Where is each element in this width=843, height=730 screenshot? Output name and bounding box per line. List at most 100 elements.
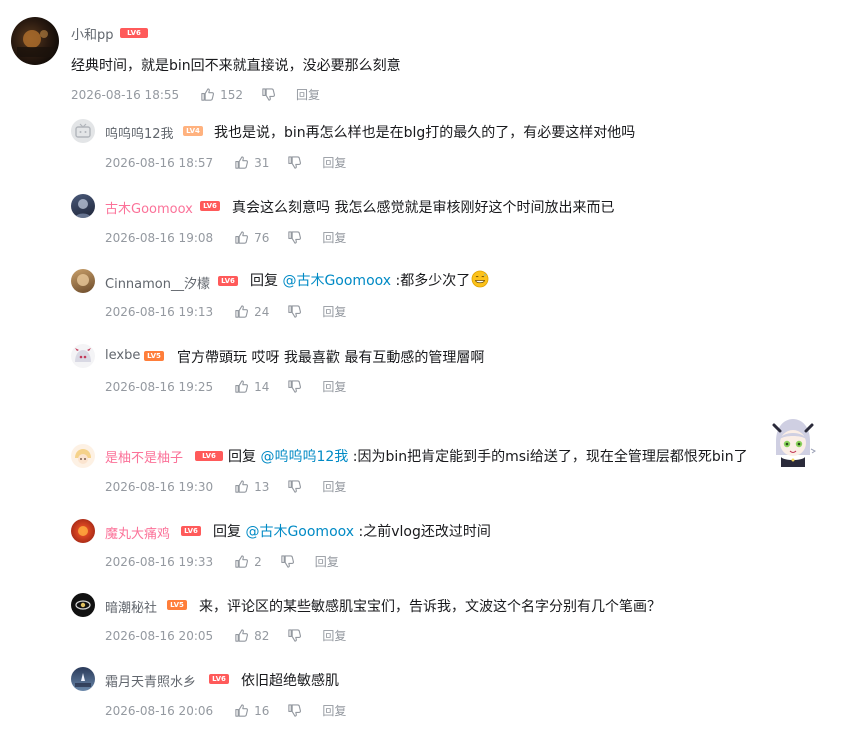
username[interactable]: 霜月天青照水乡 <box>105 671 196 690</box>
thumbs-down-icon <box>288 629 302 642</box>
reply-comment: 魔丸大痛鸡 LV6 回复 @古木Goomoox :之前vlog还改过时间 202… <box>0 510 843 585</box>
comment-text: 官方帶頭玩 哎呀 我最喜歡 最有互動感的管理層啊 <box>177 350 485 366</box>
dislike-button[interactable] <box>287 379 302 394</box>
dislike-button[interactable] <box>261 87 276 102</box>
like-button[interactable]: 2 <box>234 554 262 569</box>
mention-link[interactable]: @呜呜呜12我 <box>260 449 348 465</box>
like-count: 2 <box>254 554 262 569</box>
dislike-button[interactable] <box>287 304 302 319</box>
dislike-button[interactable] <box>287 155 302 170</box>
avatar[interactable] <box>11 17 59 65</box>
thumbs-down-icon <box>288 231 302 244</box>
avatar-image-icon <box>75 600 91 610</box>
avatar[interactable] <box>71 667 95 691</box>
avatar[interactable] <box>71 593 95 617</box>
dislike-button[interactable] <box>287 230 302 245</box>
username[interactable]: Cinnamon__汐檬 <box>105 273 210 292</box>
level-badge: LV4 <box>183 126 203 136</box>
thumbs-up-icon <box>235 704 249 717</box>
avatar[interactable] <box>71 519 95 543</box>
like-count: 13 <box>254 479 270 494</box>
reply-comment: lexbe LV5 官方帶頭玩 哎呀 我最喜歡 最有互動感的管理層啊 2026-… <box>0 335 843 410</box>
reply-button[interactable]: 回复 <box>322 478 346 495</box>
avatar-image-icon <box>17 30 53 57</box>
like-button[interactable]: 31 <box>234 155 269 170</box>
level-badge: LV5 <box>144 351 164 361</box>
like-count: 31 <box>254 155 270 170</box>
reply-button[interactable]: 回复 <box>322 702 346 719</box>
comment-meta: 2026-08-16 20:06 16 回复 <box>105 702 346 719</box>
avatar[interactable] <box>71 269 95 293</box>
comment-text: 回复 @呜呜呜12我 :因为bin把肯定能到手的msi给送了，现在全管理层都恨死… <box>228 446 748 466</box>
reply-button[interactable]: 回复 <box>322 154 346 171</box>
thumbs-up-icon <box>235 629 249 642</box>
like-button[interactable]: 24 <box>234 304 269 319</box>
reply-button[interactable]: 回复 <box>322 627 346 644</box>
reply-prefix: 回复 <box>250 273 283 289</box>
reply-prefix: 回复 <box>213 524 246 540</box>
level-badge: LV5 <box>167 600 187 610</box>
thumbs-down-icon <box>288 380 302 393</box>
like-count: 14 <box>254 379 270 394</box>
comment-meta: 2026-08-16 19:08 76 回复 <box>105 229 346 246</box>
thumbs-up-icon <box>235 380 249 393</box>
username[interactable]: lexbe <box>105 348 140 363</box>
reply-prefix: 回复 <box>228 449 261 465</box>
reply-body: :都多少次了 <box>391 273 471 289</box>
avatar-image-icon <box>78 526 88 536</box>
thumbs-up-icon <box>235 305 249 318</box>
thumbs-down-icon <box>281 555 294 568</box>
reply-comment: 呜呜呜12我 LV4 我也是说，bin再怎么样也是在blg打的最久的了，有必要这… <box>0 110 843 185</box>
comment-text: 来，评论区的某些敏感肌宝宝们，告诉我，文波这个名字分别有几个笔画？ <box>199 599 661 615</box>
reply-button[interactable]: 回复 <box>322 229 346 246</box>
level-badge: LV6 <box>120 28 148 38</box>
root-comment: 小和pp LV6 经典时间，就是bin回不来就直接说，没必要那么刻意 2026-… <box>0 0 843 110</box>
username[interactable]: 魔丸大痛鸡 <box>105 523 170 542</box>
avatar-image-icon <box>75 199 91 218</box>
level-badge: LV6 <box>209 674 229 684</box>
mention-link[interactable]: @古木Goomoox <box>282 273 391 289</box>
like-button[interactable]: 82 <box>234 628 269 643</box>
thumbs-up-icon <box>235 156 249 169</box>
like-button[interactable]: 16 <box>234 703 269 718</box>
like-button[interactable]: 76 <box>234 230 269 245</box>
username[interactable]: 古木Goomoox <box>105 198 193 217</box>
timestamp: 2026-08-16 19:13 <box>105 304 214 319</box>
thumbs-up-icon <box>235 480 249 493</box>
username[interactable]: 小和pp <box>71 24 114 43</box>
mention-link[interactable]: @古木Goomoox <box>245 524 354 540</box>
avatar[interactable] <box>71 194 95 218</box>
avatar[interactable] <box>71 444 95 468</box>
comment-text: 真会这么刻意吗 我怎么感觉就是审核刚好这个时间放出来而已 <box>232 200 615 216</box>
like-button[interactable]: 13 <box>234 479 269 494</box>
reply-button[interactable]: 回复 <box>322 303 346 320</box>
username[interactable]: 是柚不是柚子 <box>105 447 183 466</box>
comment-meta: 2026-08-16 19:33 2 回复 <box>105 553 339 570</box>
reply-body: :因为bin把肯定能到手的msi给送了，现在全管理层都恨死bin了 <box>348 449 748 465</box>
comment-text: 我也是说，bin再怎么样也是在blg打的最久的了，有必要这样对他吗 <box>214 125 636 141</box>
level-badge: LV6 <box>218 276 238 286</box>
dislike-button[interactable] <box>287 628 302 643</box>
username[interactable]: 呜呜呜12我 <box>105 123 174 142</box>
comment-meta: 2026-08-16 19:30 13 回复 <box>105 478 346 495</box>
reply-comment: 暗潮秘社 LV5 来，评论区的某些敏感肌宝宝们，告诉我，文波这个名字分别有几个笔… <box>0 585 843 657</box>
timestamp: 2026-08-16 19:25 <box>105 379 214 394</box>
like-button[interactable]: 14 <box>234 379 269 394</box>
reply-button[interactable]: 回复 <box>315 553 339 570</box>
like-button[interactable]: 152 <box>200 87 243 102</box>
dislike-button[interactable] <box>280 554 295 569</box>
comment-meta: 2026-08-16 18:55 152 回复 <box>71 86 320 103</box>
reply-button[interactable]: 回复 <box>296 86 320 103</box>
thumbs-down-icon <box>262 88 276 101</box>
reply-button[interactable]: 回复 <box>322 378 346 395</box>
avatar-image-icon <box>77 274 89 286</box>
avatar[interactable] <box>71 344 95 368</box>
avatar-image-icon <box>75 449 91 464</box>
dislike-button[interactable] <box>287 479 302 494</box>
level-badge: LV6 <box>195 451 223 461</box>
username[interactable]: 暗潮秘社 <box>105 597 157 616</box>
reply-comment: 霜月天青照水乡 LV6 依旧超绝敏感肌 2026-08-16 20:06 16 … <box>0 657 843 730</box>
dislike-button[interactable] <box>287 703 302 718</box>
comment-meta: 2026-08-16 19:13 24 回复 <box>105 303 346 320</box>
avatar[interactable] <box>71 119 95 143</box>
